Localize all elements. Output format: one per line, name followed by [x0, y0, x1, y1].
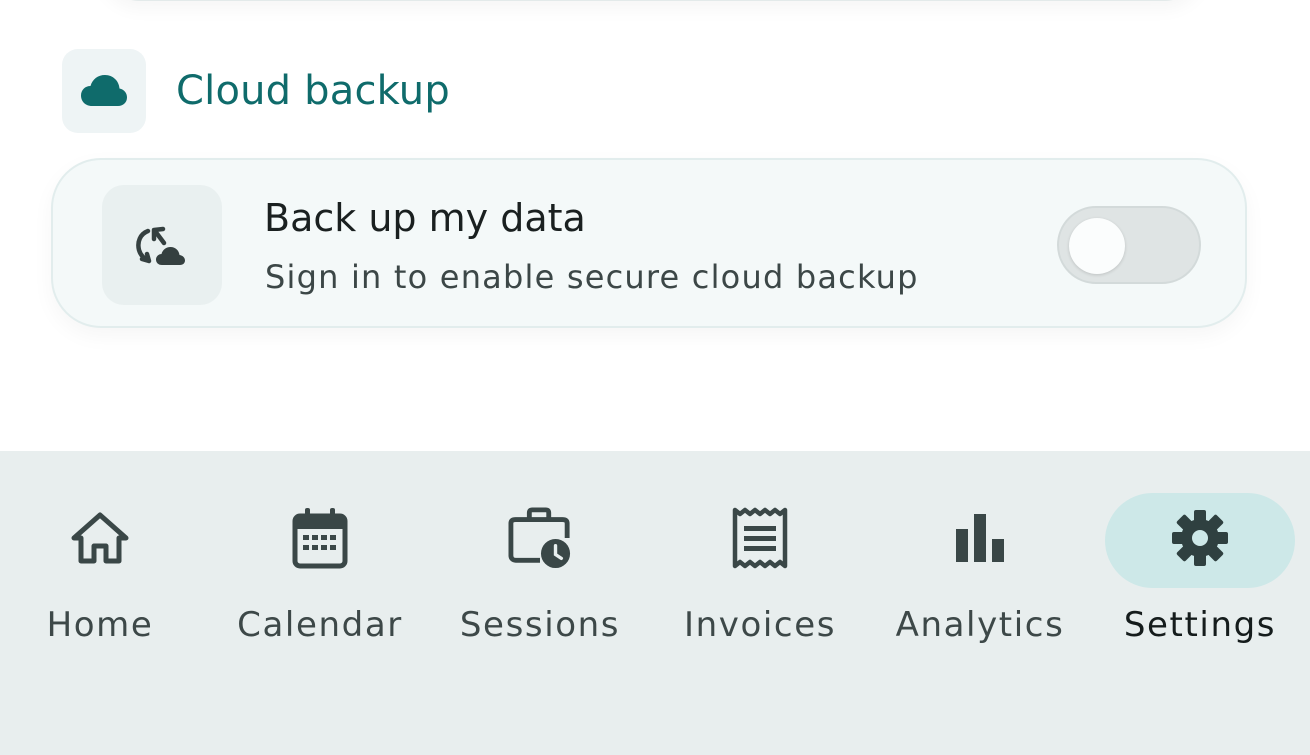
nav-item-calendar[interactable]: Calendar [210, 451, 430, 651]
calendar-icon [288, 506, 352, 570]
nav-label-calendar: Calendar [237, 605, 403, 645]
previous-card-edge [100, 0, 1204, 1]
briefcase-clock-icon [508, 506, 572, 570]
nav-label-analytics: Analytics [895, 605, 1065, 645]
nav-label-settings: Settings [1123, 605, 1277, 645]
cloud-sync-icon [102, 185, 222, 305]
backup-title: Back up my data [264, 196, 586, 240]
backup-setting-card[interactable]: Back up my data Sign in to enable secure… [51, 158, 1247, 328]
bottom-navigation: Home Calendar Sessions Invoices Analytic… [0, 451, 1310, 755]
section-title: Cloud backup [176, 68, 450, 114]
backup-toggle[interactable] [1057, 206, 1201, 284]
home-icon [68, 506, 132, 570]
section-header: Cloud backup [62, 49, 450, 133]
nav-label-home: Home [46, 605, 154, 645]
nav-item-settings[interactable]: Settings [1090, 451, 1310, 651]
cloud-icon [62, 49, 146, 133]
nav-label-sessions: Sessions [459, 605, 621, 645]
backup-subtitle: Sign in to enable secure cloud backup [265, 258, 919, 296]
gear-icon [1168, 506, 1232, 570]
nav-item-invoices[interactable]: Invoices [650, 451, 870, 651]
nav-label-invoices: Invoices [683, 605, 837, 645]
bar-chart-icon [948, 506, 1012, 570]
nav-item-home[interactable]: Home [0, 451, 210, 651]
nav-item-sessions[interactable]: Sessions [430, 451, 650, 651]
receipt-icon [728, 506, 792, 570]
nav-item-analytics[interactable]: Analytics [870, 451, 1090, 651]
toggle-knob[interactable] [1069, 218, 1125, 274]
